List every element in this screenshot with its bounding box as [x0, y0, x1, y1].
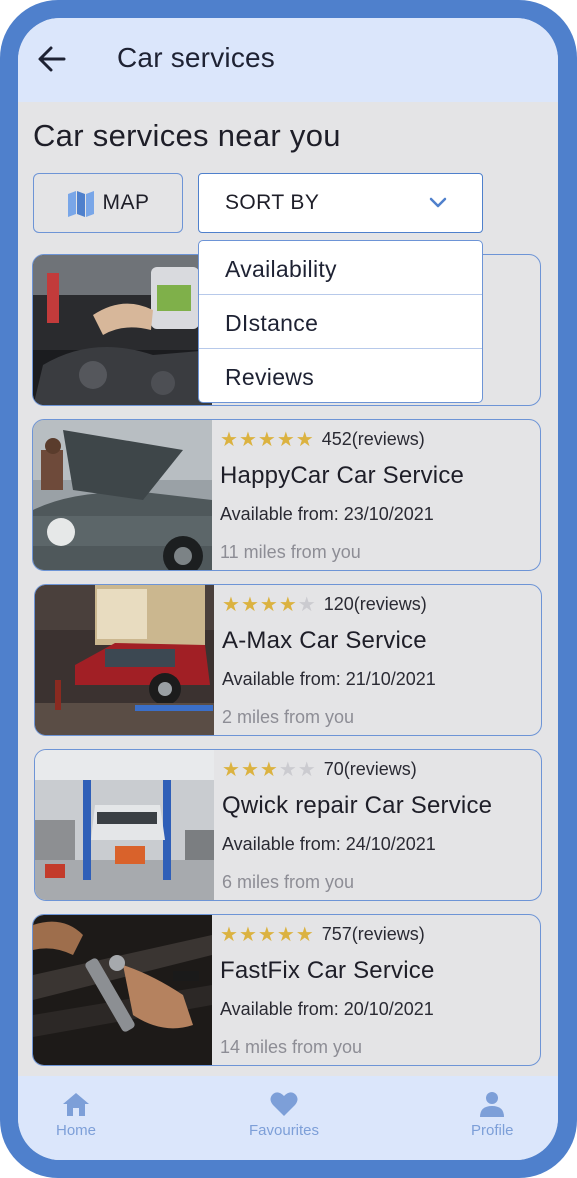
app-header: Car services — [18, 18, 558, 102]
availability-date: Available from: 20/10/2021 — [220, 999, 434, 1019]
service-name: A-Max Car Service — [222, 627, 427, 654]
distance-text: 14 miles from you — [220, 1037, 363, 1057]
distance-text: 11 miles from you — [220, 542, 361, 562]
map-button[interactable]: MAP — [33, 173, 183, 233]
map-button-label: MAP — [102, 191, 150, 214]
star-icon: ★ — [240, 593, 259, 616]
availability-date: Available from: 23/10/2021 — [220, 504, 434, 524]
star-icon: ★ — [259, 758, 278, 781]
service-info: ★ ★ ★ ★ ★ 757(reviews) FastFix Car Servi… — [220, 915, 534, 1065]
service-info: ★ ★ ★ ★ ★ 452(reviews) HappyCar Car Serv… — [220, 420, 534, 570]
review-count: 757(reviews) — [321, 924, 425, 944]
star-icon: ★ — [238, 923, 257, 946]
service-info: ★ ★ ★ ★ ★ 120(reviews) A-Max Car Service… — [222, 585, 535, 735]
star-empty-icon: ★ — [278, 758, 297, 781]
star-empty-icon: ★ — [297, 593, 316, 616]
review-count: 452(reviews) — [321, 429, 425, 449]
service-photo — [35, 750, 214, 900]
nav-profile[interactable]: Profile — [471, 1090, 514, 1139]
star-icon: ★ — [295, 428, 314, 451]
service-photo — [33, 420, 212, 570]
sort-option-label: Reviews — [225, 364, 315, 390]
star-icon: ★ — [257, 428, 276, 451]
star-icon: ★ — [238, 428, 257, 451]
star-icon: ★ — [220, 428, 238, 451]
arrow-left-icon — [38, 46, 66, 72]
distance-text: 6 miles from you — [222, 872, 355, 892]
service-name: FastFix Car Service — [220, 957, 435, 984]
star-icon: ★ — [278, 593, 297, 616]
review-count: 70(reviews) — [323, 759, 417, 779]
star-rating: ★ ★ ★ ★ ★ — [220, 430, 314, 450]
star-icon: ★ — [257, 923, 276, 946]
service-photo — [35, 585, 214, 735]
sort-by-select[interactable]: SORT BY — [198, 173, 483, 233]
chevron-down-icon — [429, 197, 447, 208]
service-card[interactable]: ★ ★ ★ ★ ★ 70(reviews) Qwick repair Car S… — [34, 749, 542, 901]
rating-row: ★ ★ ★ ★ ★ 120(reviews) — [222, 594, 427, 615]
user-icon — [480, 1092, 505, 1117]
star-icon: ★ — [222, 593, 240, 616]
nav-favourites[interactable]: Favourites — [249, 1090, 319, 1139]
nav-favourites-label: Favourites — [249, 1122, 320, 1139]
star-icon: ★ — [276, 923, 295, 946]
back-button[interactable] — [36, 42, 68, 76]
star-rating: ★ ★ ★ ★ ★ — [222, 760, 316, 780]
nav-profile-label: Profile — [471, 1122, 514, 1139]
bottom-navigation: Home Favourites Profile — [18, 1076, 558, 1160]
sort-option-label: Availability — [225, 256, 337, 282]
page-title: Car services — [117, 42, 275, 73]
availability-date: Available from: 24/10/2021 — [222, 834, 436, 854]
service-card[interactable]: ★ ★ ★ ★ ★ 452(reviews) HappyCar Car Serv… — [32, 419, 541, 571]
star-icon: ★ — [295, 923, 314, 946]
star-rating: ★ ★ ★ ★ ★ — [220, 925, 314, 945]
nav-home-label: Home — [56, 1122, 97, 1139]
nav-home[interactable]: Home — [56, 1090, 96, 1139]
star-icon: ★ — [220, 923, 238, 946]
review-count: 120(reviews) — [323, 594, 427, 614]
service-card[interactable]: ★ ★ ★ ★ ★ 757(reviews) FastFix Car Servi… — [32, 914, 541, 1066]
star-icon: ★ — [240, 758, 259, 781]
star-icon: ★ — [259, 593, 278, 616]
distance-text: 2 miles from you — [222, 707, 355, 727]
service-card[interactable]: ★ ★ ★ ★ ★ 120(reviews) A-Max Car Service… — [34, 584, 542, 736]
star-icon: ★ — [222, 758, 240, 781]
star-rating: ★ ★ ★ ★ ★ — [222, 595, 316, 615]
app-screen: Car services Car services near you MAP S… — [18, 18, 558, 1160]
service-info: ★ ★ ★ ★ ★ 70(reviews) Qwick repair Car S… — [222, 750, 535, 900]
home-icon — [63, 1093, 89, 1116]
service-photo — [33, 255, 212, 405]
heart-icon — [270, 1092, 298, 1116]
sort-option-reviews[interactable]: Reviews — [199, 349, 482, 402]
map-icon — [68, 191, 95, 217]
service-name: HappyCar Car Service — [220, 462, 465, 489]
sort-dropdown-menu: Availability DIstance Reviews — [198, 240, 483, 403]
service-name: Qwick repair Car Service — [222, 792, 493, 819]
sort-option-availability[interactable]: Availability — [199, 241, 482, 295]
star-empty-icon: ★ — [297, 758, 316, 781]
rating-row: ★ ★ ★ ★ ★ 452(reviews) — [220, 429, 425, 450]
phone-frame: Car services Car services near you MAP S… — [0, 0, 577, 1178]
availability-date: Available from: 21/10/2021 — [222, 669, 436, 689]
star-icon: ★ — [276, 428, 295, 451]
service-photo — [33, 915, 212, 1065]
sort-by-label: SORT BY — [225, 191, 320, 214]
rating-row: ★ ★ ★ ★ ★ 70(reviews) — [222, 759, 417, 780]
section-title: Car services near you — [33, 118, 341, 153]
rating-row: ★ ★ ★ ★ ★ 757(reviews) — [220, 924, 425, 945]
sort-option-label: DIstance — [225, 310, 319, 336]
sort-option-distance[interactable]: DIstance — [199, 295, 482, 349]
